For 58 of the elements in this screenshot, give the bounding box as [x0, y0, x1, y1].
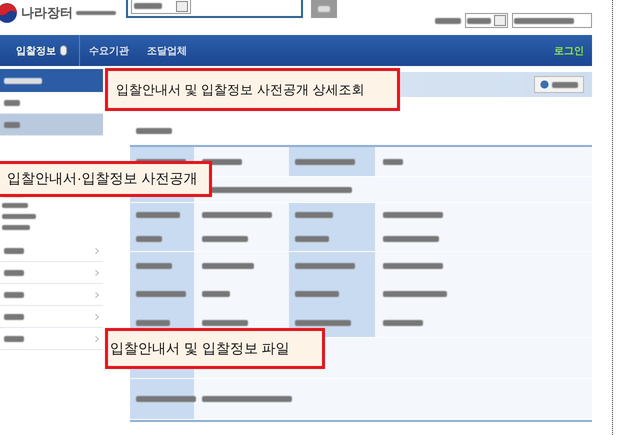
- illegible-text: [76, 11, 116, 15]
- illegible-text: [295, 158, 355, 164]
- illegible-text: [4, 100, 20, 106]
- illegible-text: [4, 292, 24, 298]
- illegible-text: [435, 18, 461, 24]
- illegible-text: [383, 212, 443, 218]
- illegible-text[interactable]: [2, 225, 30, 230]
- illegible-text: [136, 212, 180, 218]
- illegible-text: [295, 320, 351, 326]
- chevron-icon: [95, 314, 99, 320]
- sitemap-field[interactable]: [512, 13, 592, 28]
- illegible-text[interactable]: [2, 214, 36, 219]
- illegible-text: [4, 336, 24, 342]
- login-link[interactable]: 로그인: [554, 44, 584, 58]
- chevron-icon: [95, 248, 99, 254]
- chevron-icon: [95, 292, 99, 298]
- callout-label: 입찰안내서·입찰정보 사전공개: [0, 161, 212, 197]
- circle-icon: [540, 80, 549, 89]
- illegible-text: [136, 291, 186, 298]
- callout-label: 입찰안내서 및 입찰정보 사전공개 상세조회: [105, 68, 400, 111]
- mouse-icon: [60, 45, 67, 56]
- illegible-text: [136, 320, 170, 326]
- category-select[interactable]: [131, 0, 191, 14]
- illegible-text: [295, 263, 355, 270]
- search-field[interactable]: [126, 0, 303, 18]
- illegible-text: [295, 236, 329, 242]
- illegible-text: [202, 320, 248, 326]
- sidebar-item[interactable]: [0, 114, 103, 136]
- nav-tab[interactable]: 조달업체: [138, 35, 196, 66]
- illegible-text: [136, 396, 196, 402]
- illegible-text: [4, 270, 24, 276]
- print-button[interactable]: [534, 76, 584, 93]
- illegible-text: [295, 291, 339, 298]
- chevron-icon: [95, 336, 99, 342]
- illegible-text: [383, 291, 447, 298]
- illegible-text: [136, 263, 172, 270]
- callout-label: 입찰안내서 및 입찰정보 파일: [105, 328, 325, 369]
- illegible-text: [383, 320, 423, 326]
- illegible-text: [295, 212, 333, 218]
- illegible-text: [202, 263, 254, 270]
- sitemap-select[interactable]: [465, 13, 508, 28]
- logo-text: 나라장터: [21, 4, 73, 22]
- nav-tab[interactable]: 수요기관: [80, 35, 138, 66]
- illegible-text[interactable]: [2, 203, 28, 208]
- illegible-text: [136, 236, 162, 242]
- illegible-text: [4, 122, 20, 128]
- illegible-text: [202, 236, 248, 242]
- illegible-text: [202, 212, 272, 218]
- illegible-text: [383, 236, 439, 242]
- illegible-text: [136, 128, 172, 134]
- illegible-text: [4, 314, 24, 320]
- illegible-text: [383, 158, 403, 164]
- illegible-text: [4, 248, 24, 254]
- emblem-icon: [0, 2, 18, 24]
- nav-tab[interactable]: 입찰정보: [0, 35, 80, 66]
- chevron-icon: [95, 270, 99, 276]
- illegible-text: [202, 291, 230, 298]
- illegible-text: [383, 263, 443, 270]
